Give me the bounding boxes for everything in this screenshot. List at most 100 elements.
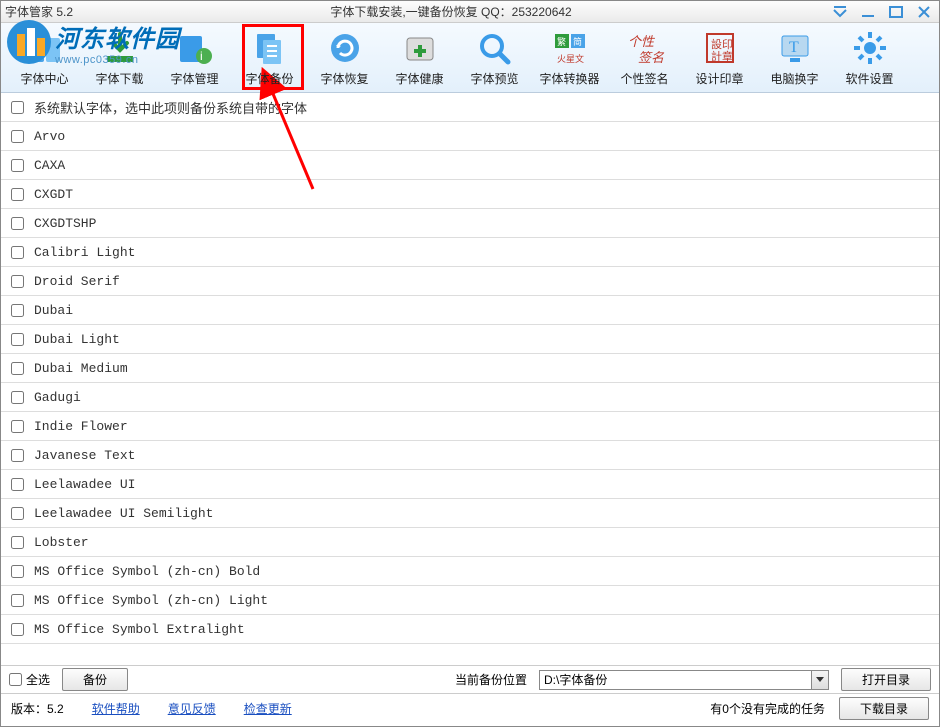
font-checkbox[interactable] xyxy=(11,623,24,636)
toolbar-label: 字体管理 xyxy=(170,70,218,87)
font-row[interactable]: CAXA xyxy=(1,151,939,180)
font-name-label: Calibri Light xyxy=(34,245,135,260)
font-row[interactable]: Droid Serif xyxy=(1,267,939,296)
font-name-label: Lobster xyxy=(34,535,89,550)
toolbar-replace[interactable]: T 电脑换字 xyxy=(757,25,832,91)
toolbar-label: 个性签名 xyxy=(620,70,668,87)
font-name-label: Indie Flower xyxy=(34,419,128,434)
font-checkbox[interactable] xyxy=(11,536,24,549)
convert-icon: 繁简火星文 xyxy=(549,28,591,68)
font-checkbox[interactable] xyxy=(11,565,24,578)
svg-text:A: A xyxy=(37,41,47,57)
dropdown-icon[interactable] xyxy=(829,3,851,21)
font-row[interactable]: MS Office Symbol Extralight xyxy=(1,615,939,644)
font-checkbox[interactable] xyxy=(11,188,24,201)
font-checkbox[interactable] xyxy=(11,130,24,143)
font-row[interactable]: MS Office Symbol (zh-cn) Light xyxy=(1,586,939,615)
toolbar-convert[interactable]: 繁简火星文字体转换器 xyxy=(532,25,607,91)
font-checkbox[interactable] xyxy=(11,217,24,230)
font-checkbox[interactable] xyxy=(11,478,24,491)
maximize-button[interactable] xyxy=(885,3,907,21)
close-button[interactable] xyxy=(913,3,935,21)
toolbar-health[interactable]: 字体健康 xyxy=(382,25,457,91)
svg-text:个性: 个性 xyxy=(628,34,656,49)
font-checkbox[interactable] xyxy=(11,333,24,346)
font-center-icon: A xyxy=(24,28,66,68)
replace-icon: T xyxy=(774,28,816,68)
svg-text:简: 简 xyxy=(573,36,582,47)
font-checkbox[interactable] xyxy=(11,246,24,259)
toolbar-label: 字体健康 xyxy=(395,70,443,87)
toolbar-preview[interactable]: 字体预览 xyxy=(457,25,532,91)
toolbar-settings[interactable]: 软件设置 xyxy=(832,25,907,91)
font-checkbox[interactable] xyxy=(11,507,24,520)
settings-icon xyxy=(849,28,891,68)
toolbar-download[interactable]: 字体下载 xyxy=(82,25,157,91)
font-name-label: MS Office Symbol (zh-cn) Light xyxy=(34,593,268,608)
toolbar-label: 设计印章 xyxy=(695,70,743,87)
download-icon xyxy=(99,28,141,68)
signature-icon: 个性签名 xyxy=(624,28,666,68)
select-all-checkbox[interactable]: 全选 xyxy=(9,671,50,688)
font-name-label: CXGDT xyxy=(34,187,73,202)
tasks-text: 有0个没有完成的任务 xyxy=(710,700,825,717)
font-list[interactable]: 系统默认字体，选中此项则备份系统自带的字体ArvoCAXA CXGDT CXGDTS… xyxy=(1,93,939,665)
font-row[interactable]: 系统默认字体，选中此项则备份系统自带的字体 xyxy=(1,93,939,122)
svg-text:繁: 繁 xyxy=(557,36,566,47)
toolbar-manage[interactable]: i 字体管理 xyxy=(157,25,232,91)
font-row[interactable]: Arvo xyxy=(1,122,939,151)
version-label: 版本：5.2 xyxy=(11,700,64,717)
svg-text:計章: 計章 xyxy=(711,49,733,63)
font-name-label: MS Office Symbol (zh-cn) Bold xyxy=(34,564,260,579)
chevron-down-icon[interactable] xyxy=(811,671,828,689)
font-checkbox[interactable] xyxy=(11,449,24,462)
font-row[interactable]: Dubai Medium xyxy=(1,354,939,383)
font-row[interactable]: CXGDT xyxy=(1,180,939,209)
font-row[interactable]: CXGDTSHP xyxy=(1,209,939,238)
toolbar-signature[interactable]: 个性签名个性签名 xyxy=(607,25,682,91)
open-dir-button[interactable]: 打开目录 xyxy=(841,668,931,691)
toolbar-backup[interactable]: 字体备份 xyxy=(232,25,307,91)
window-title: 字体管家 5.2 xyxy=(5,3,73,20)
toolbar-label: 电脑换字 xyxy=(770,70,818,87)
backup-button[interactable]: 备份 xyxy=(62,668,128,691)
update-link[interactable]: 检查更新 xyxy=(244,700,292,717)
font-name-label: MS Office Symbol Extralight xyxy=(34,622,245,637)
health-icon xyxy=(399,28,441,68)
font-row[interactable]: Indie Flower xyxy=(1,412,939,441)
backup-path-input[interactable] xyxy=(539,670,829,690)
font-checkbox[interactable] xyxy=(11,275,24,288)
font-row[interactable]: Leelawadee UI xyxy=(1,470,939,499)
font-row[interactable]: MS Office Symbol (zh-cn) Bold xyxy=(1,557,939,586)
font-checkbox[interactable] xyxy=(11,362,24,375)
font-row[interactable]: Javanese Text xyxy=(1,441,939,470)
font-checkbox[interactable] xyxy=(11,594,24,607)
font-checkbox[interactable] xyxy=(11,101,24,114)
font-checkbox[interactable] xyxy=(11,420,24,433)
minimize-button[interactable] xyxy=(857,3,879,21)
svg-text:設印: 設印 xyxy=(711,37,733,51)
feedback-link[interactable]: 意见反馈 xyxy=(168,700,216,717)
font-row[interactable]: Lobster xyxy=(1,528,939,557)
font-name-label: Dubai Medium xyxy=(34,361,128,376)
backup-icon xyxy=(249,28,291,68)
svg-text:i: i xyxy=(200,49,203,63)
font-row[interactable]: Dubai Light xyxy=(1,325,939,354)
restore-icon xyxy=(324,28,366,68)
font-name-label: Leelawadee UI xyxy=(34,477,135,492)
preview-icon xyxy=(474,28,516,68)
font-row[interactable]: Gadugi xyxy=(1,383,939,412)
download-list-button[interactable]: 下载目录 xyxy=(839,697,929,720)
font-checkbox[interactable] xyxy=(11,159,24,172)
help-link[interactable]: 软件帮助 xyxy=(92,700,140,717)
font-row[interactable]: Leelawadee UI Semilight xyxy=(1,499,939,528)
toolbar-label: 字体中心 xyxy=(20,70,68,87)
font-checkbox[interactable] xyxy=(11,391,24,404)
toolbar-font-center[interactable]: A 字体中心 xyxy=(7,25,82,91)
font-row[interactable]: Calibri Light xyxy=(1,238,939,267)
toolbar-label: 字体恢复 xyxy=(320,70,368,87)
font-checkbox[interactable] xyxy=(11,304,24,317)
font-row[interactable]: Dubai xyxy=(1,296,939,325)
toolbar-stamp[interactable]: 設印計章设计印章 xyxy=(682,25,757,91)
toolbar-restore[interactable]: 字体恢复 xyxy=(307,25,382,91)
